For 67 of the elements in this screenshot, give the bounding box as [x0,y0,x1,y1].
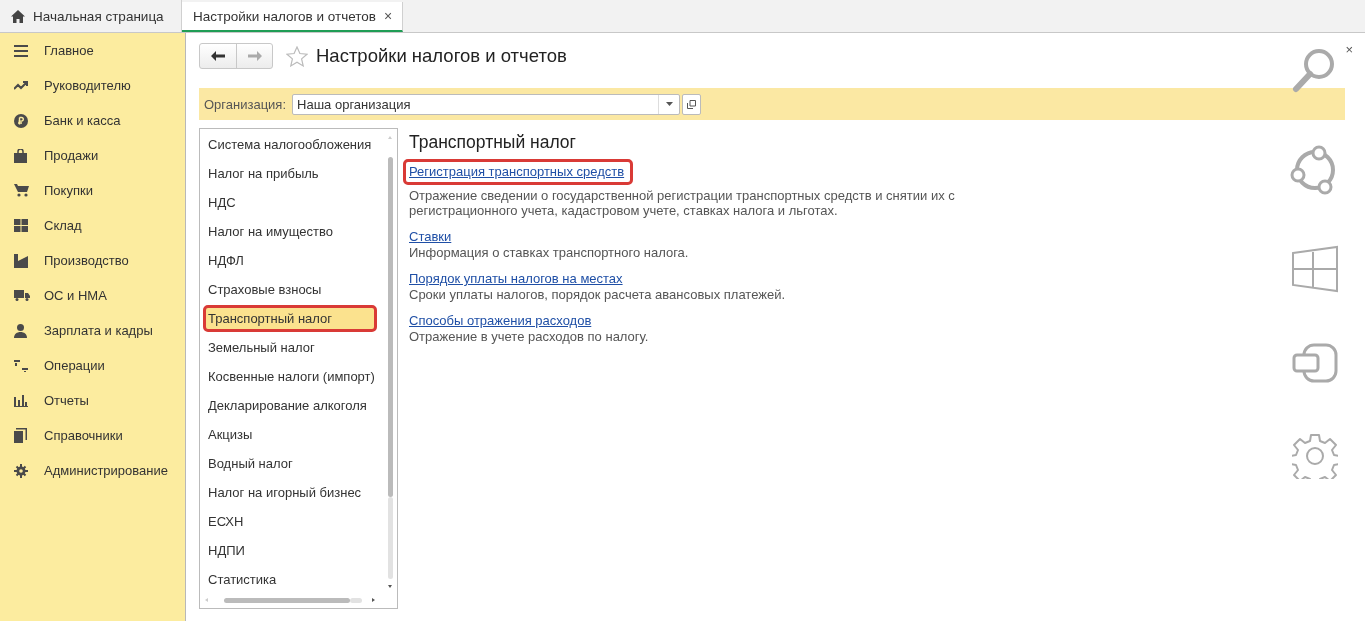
link-description: Сроки уплаты налогов, порядок расчета авансовых платежей. [409,287,787,302]
list-item[interactable]: Страховые взносы [203,276,377,303]
ruble-coin-icon [14,113,28,128]
home-icon [11,9,25,23]
list-item[interactable]: Статистика [203,566,377,593]
page-title: Настройки налогов и отчетов [316,45,567,67]
list-item[interactable]: Налог на игорный бизнес [203,479,377,506]
shopping-bag-icon [14,148,27,163]
menu-icon [14,44,28,57]
list-item[interactable]: Декларирование алкоголя [203,392,377,419]
windows-logo-icon[interactable] [1291,245,1339,293]
link[interactable]: Ставки [409,228,452,245]
sidebar-item[interactable]: Операции [0,348,185,383]
sidebar-item[interactable]: Руководителю [0,68,185,103]
list-item[interactable]: Водный налог [203,450,377,477]
link-description: Информация о ставках транспортного налога. [409,245,690,260]
section-title: Транспортный налог [409,132,576,153]
person-icon [14,323,27,338]
cart-icon [14,184,29,197]
left-arrow-icon [211,51,225,61]
books-icon [14,428,27,443]
sidebar-item[interactable]: Склад [0,208,185,243]
trend-icon [14,81,29,90]
list-item[interactable]: Налог на прибыль [203,160,377,187]
right-arrow-icon [247,51,262,61]
link[interactable]: Регистрация транспортных средств [403,159,634,185]
factory-icon [14,253,28,268]
list-item[interactable]: НДФЛ [203,247,377,274]
settings-icon[interactable] [1292,433,1338,479]
sidebar-item[interactable]: Покупки [0,173,185,208]
link-description: Отражение сведении о государственной регистрации транспортных средств и снятии их с регистрационного учета, кадастровом учете, ставках налога и льготах. [409,188,956,218]
list-item[interactable]: Косвенные налоги (импорт) [203,363,377,390]
sidebar-item[interactable]: Зарплата и кадры [0,313,185,348]
debit-credit-icon [14,359,28,372]
list-item[interactable]: Система налогообложения [203,131,377,158]
sidebar-item[interactable]: Администрирование [0,453,185,488]
sidebar-item[interactable]: Производство [0,243,185,278]
organization-label: Организация: [204,96,287,112]
list-item[interactable]: ЕСХН [203,508,377,535]
list-item[interactable]: Налог на имущество [203,218,377,245]
list-item[interactable]: Акцизы [203,421,377,448]
close-button[interactable]: × [1345,42,1353,57]
link[interactable]: Способы отражения расходов [409,312,592,329]
gear-icon [14,463,28,478]
sidebar-item[interactable]: Отчеты [0,383,185,418]
star-icon[interactable] [286,45,308,67]
bar-chart-icon [14,394,28,407]
open-window-icon [687,99,697,109]
list-item[interactable]: Земельный налог [203,334,377,361]
list-item[interactable]: Транспортный налог [203,305,377,332]
sidebar-item[interactable]: Главное [0,33,185,68]
link[interactable]: Порядок уплаты налогов на местах [409,270,623,287]
truck-icon [14,290,30,301]
close-button[interactable]: × [384,8,393,24]
grid-icon [14,219,28,232]
sidebar-item[interactable]: ОС и НМА [0,278,185,313]
list-item[interactable]: НДС [203,189,377,216]
organization-field[interactable]: Наша организация [292,93,681,115]
open-button[interactable] [682,93,702,115]
caret-icon [665,102,673,106]
list-item[interactable]: НДПИ [203,537,377,564]
link-description: Отражение в учете расходов по налогу. [409,329,650,344]
devices-icon[interactable] [1292,343,1338,383]
tab[interactable]: Настройки налогов и отчетов × [182,2,404,32]
sidebar-item[interactable]: Продажи [0,138,185,173]
sidebar-item[interactable]: Справочники [0,418,185,453]
sidebar-item[interactable]: Банк и касса [0,103,185,138]
